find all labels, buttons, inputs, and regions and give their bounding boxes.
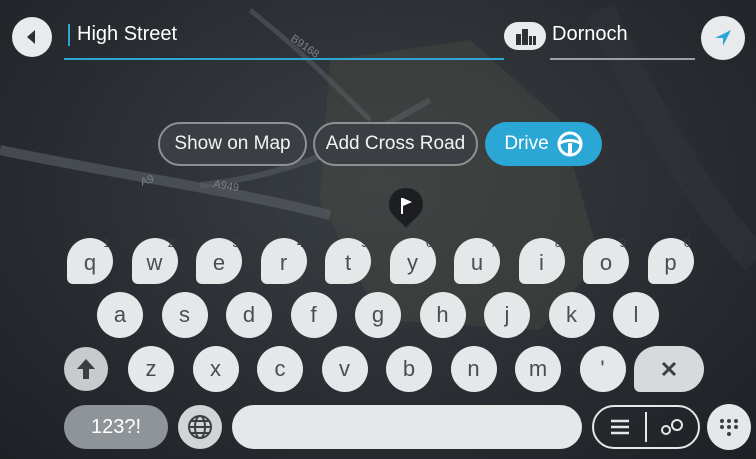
list-icon [610,419,629,435]
key-y[interactable]: y6 [389,236,436,284]
key-z[interactable]: z [128,346,174,392]
key-r-number: 4 [296,236,304,250]
key-l[interactable]: l [613,292,659,338]
key-p-label: p [664,250,677,275]
current-location-button[interactable] [701,16,745,60]
key-q-number: 1 [103,236,110,250]
symbols-key[interactable]: 123?! [64,405,168,449]
key-x[interactable]: x [192,346,239,392]
key-apostrophe[interactable]: ' [579,346,626,392]
navigate-arrow-icon [715,30,731,46]
shift-arrow-icon [77,359,95,379]
backspace-icon [661,361,677,377]
key-g[interactable]: g [355,292,401,338]
back-button[interactable] [12,17,52,57]
key-w-label: w [146,250,163,275]
key-i-label: i [539,250,544,275]
drive-button[interactable]: Drive [485,122,602,166]
key-t-label: t [344,250,352,275]
flag-icon [389,188,423,228]
key-u-label: u [470,250,484,275]
key-j[interactable]: j [484,292,530,338]
key-w-number: 2 [167,236,175,250]
key-r-label: r [279,250,288,275]
key-w[interactable]: w2 [131,236,178,284]
key-u[interactable]: u7 [454,236,500,284]
key-n[interactable]: n [450,346,497,392]
key-h[interactable]: h [419,292,466,338]
drive-button-label: Drive [504,133,549,154]
place-selector-button[interactable] [504,22,546,50]
key-c[interactable]: c [257,346,303,392]
shift-key[interactable] [64,347,108,391]
search-input[interactable]: High Street [64,18,504,60]
key-e[interactable]: e3 [196,236,242,284]
key-o-label: o [599,250,613,275]
key-f[interactable]: f [290,292,337,338]
show-on-map-button[interactable]: Show on Map [158,122,307,166]
key-s[interactable]: s [161,292,208,338]
map-view-option[interactable] [647,407,698,447]
keyboard-icon [720,419,738,436]
place-input-value: Dornoch [552,23,628,45]
map-pins-icon [661,419,684,435]
key-e-number: 3 [232,236,239,250]
space-key[interactable] [232,405,582,449]
key-q-label: q [83,250,97,275]
place-input[interactable]: Dornoch [550,18,695,60]
add-cross-road-button[interactable]: Add Cross Road [313,122,478,166]
key-r[interactable]: r4 [260,236,307,284]
list-view-option[interactable] [594,407,645,447]
key-v[interactable]: v [321,346,368,392]
list-map-toggle[interactable] [592,405,700,449]
key-y-number: 6 [425,236,433,250]
key-b[interactable]: b [386,346,432,392]
key-q[interactable]: q1 [67,236,113,284]
back-arrow-icon [27,30,35,44]
text-cursor [68,24,70,46]
key-t[interactable]: t5 [325,236,371,284]
language-key[interactable] [178,405,222,449]
city-icon [516,29,536,45]
key-o-number: 9 [619,236,626,250]
key-i[interactable]: i8 [518,236,565,284]
hide-keyboard-key[interactable] [707,404,751,450]
key-k[interactable]: k [548,292,595,338]
key-o[interactable]: o9 [583,236,629,284]
search-screen: A9 A949 B9168 High Street Dornoch Show o… [0,0,756,459]
steering-wheel-icon [557,131,583,157]
key-t-number: 5 [361,236,368,250]
key-e-label: e [212,250,226,275]
search-input-value: High Street [77,23,178,45]
globe-icon [188,415,212,439]
key-m[interactable]: m [515,346,561,392]
backspace-key[interactable] [634,346,704,392]
key-a[interactable]: a [97,292,143,338]
key-p-number: 0 [683,236,691,250]
key-y-label: y [407,250,418,275]
key-u-number: 7 [490,236,497,250]
key-i-number: 8 [554,236,562,250]
key-d[interactable]: d [226,292,272,338]
key-p[interactable]: p0 [647,236,694,284]
